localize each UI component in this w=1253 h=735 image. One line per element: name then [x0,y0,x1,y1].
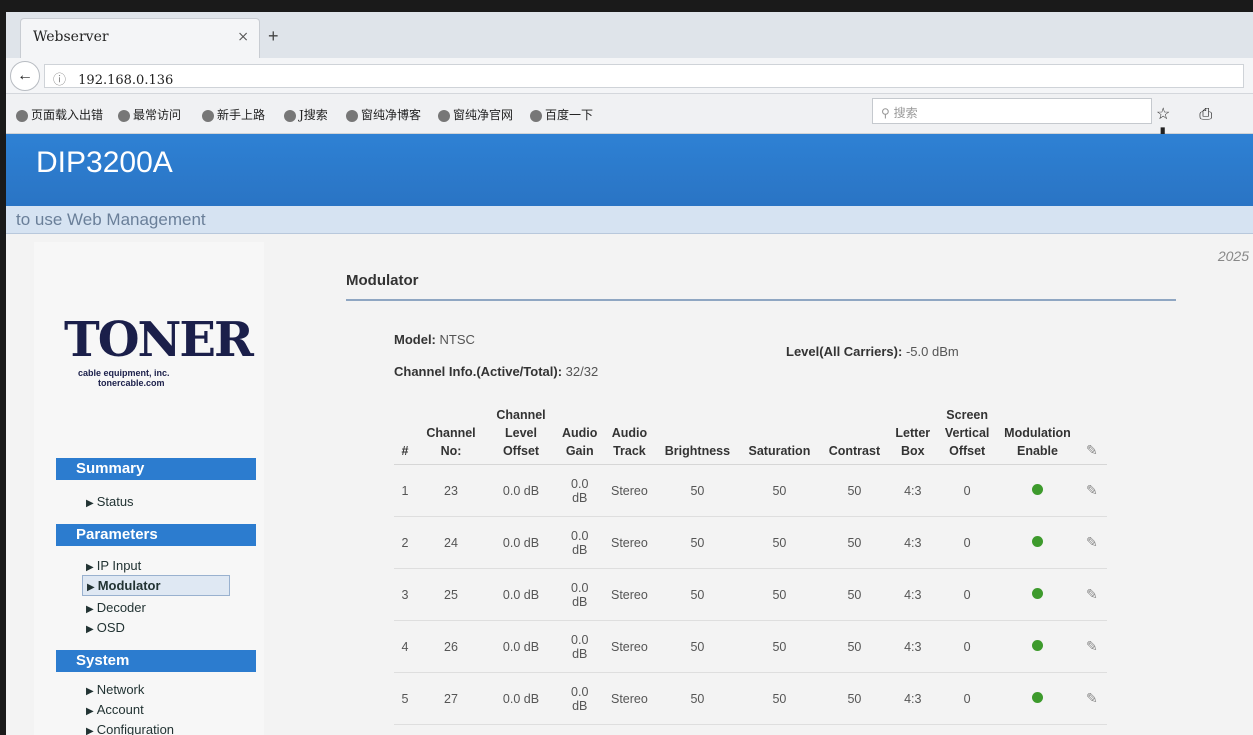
main-content: Modulator Model: NTSC Level(All Carriers… [346,272,1176,725]
section-title: Modulator [346,272,1176,301]
address-input[interactable]: ⓘ 192.168.0.136 [44,64,1244,88]
column-header: Brightness [655,402,740,465]
triangle-icon: ▶ [86,726,94,735]
bookmark-icon [16,109,28,122]
bookmark-icon [118,109,130,122]
table-row: 4 26 0.0 dB 0.0 dB Stereo 50 50 50 4:3 0… [394,620,1107,673]
sidebar-item-osd[interactable]: ▶ OSD [82,618,129,637]
triangle-icon: ▶ [86,604,94,615]
new-tab-icon[interactable]: + [268,26,279,47]
back-arrow-icon[interactable]: ← [10,61,40,91]
bookmark-item[interactable]: 百度一下 [530,106,593,123]
enabled-dot-icon [1031,639,1043,651]
sidebar-item-modulator[interactable]: ▶ Modulator [82,575,230,596]
url-bar: ← ⓘ 192.168.0.136 [6,58,1253,94]
pencil-icon[interactable]: ✎ [1086,482,1098,498]
table-row: 5 27 0.0 dB 0.0 dB Stereo 50 50 50 4:3 0… [394,672,1107,725]
logo-line2: tonercable.com [98,378,165,388]
column-header: Contrast [819,402,890,465]
tab-title: Webserver [33,29,109,45]
enabled-dot-icon [1031,535,1043,547]
bookmark-item[interactable]: J搜索 [284,106,328,123]
triangle-icon: ▶ [86,498,94,509]
bookmark-item[interactable]: 新手上路 [202,106,265,123]
triangle-icon: ▶ [86,562,94,573]
column-header: Screen Vertical Offset [936,402,999,465]
info-icon[interactable]: ⓘ [53,73,66,88]
firefox-icon [202,109,214,122]
bookmark-item[interactable]: 页面载入出错 [16,106,103,123]
page-header: DIP3200A [6,134,1253,206]
column-header: Channel Level Offset [486,402,556,465]
column-header: Audio Track [603,402,656,465]
table-row: 1 23 0.0 dB 0.0 dB Stereo 50 50 50 4:3 0… [394,464,1107,517]
sidebar-item-configuration[interactable]: ▶ Configuration [82,720,178,735]
sidebar-item-decoder[interactable]: ▶ Decoder [82,598,150,617]
channel-table: # Channel No: Channel Level Offset Audio… [394,402,1107,725]
search-input[interactable]: ⚲ 搜索 [872,98,1152,124]
triangle-icon: ▶ [87,582,95,593]
table-header-row: # Channel No: Channel Level Offset Audio… [394,402,1107,465]
triangle-icon: ▶ [86,624,94,635]
globe-icon [530,109,542,122]
section-parameters: Parameters [56,524,256,546]
enabled-dot-icon [1031,483,1043,495]
enabled-dot-icon [1031,691,1043,703]
section-summary: Summary [56,458,256,480]
pencil-icon[interactable]: ✎ [1086,534,1098,550]
pencil-icon[interactable]: ✎ [1086,690,1098,706]
edit-column-header: ✎ [1076,402,1107,465]
model-info: Model: NTSC [394,332,475,347]
table-row: 2 24 0.0 dB 0.0 dB Stereo 50 50 50 4:3 0… [394,516,1107,569]
close-icon[interactable]: × [237,29,249,45]
subheader: to use Web Management [6,206,1253,234]
globe-icon [438,109,450,122]
column-header: Channel No: [416,402,486,465]
toner-logo: TONER cable equipment, inc. tonercable.c… [64,312,254,402]
bookmark-item[interactable]: 窗纯净博客 [346,106,421,123]
sidebar: TONER cable equipment, inc. tonercable.c… [34,242,264,735]
bookmark-item[interactable]: 最常访问 [118,106,181,123]
address-text: 192.168.0.136 [78,73,174,88]
triangle-icon: ▶ [86,706,94,717]
page-title: DIP3200A [36,146,173,179]
search-icon: ⚲ [881,106,890,120]
section-system: System [56,650,256,672]
table-row: 3 25 0.0 dB 0.0 dB Stereo 50 50 50 4:3 0… [394,568,1107,621]
level-info: Level(All Carriers): -5.0 dBm [786,344,959,359]
enabled-dot-icon [1031,587,1043,599]
logo-line1: cable equipment, inc. [78,368,170,378]
column-header: # [394,402,416,465]
column-header: Audio Gain [556,402,604,465]
browser-tab[interactable]: Webserver × [20,18,260,58]
globe-icon [346,109,358,122]
pencil-icon[interactable]: ✎ [1086,638,1098,654]
logo-word: TONER [64,312,254,368]
monitor-screen: Webserver × + ← ⓘ 192.168.0.136 页面载入出错 最… [6,12,1253,735]
column-header: Modulation Enable [998,402,1077,465]
globe-icon [284,109,296,122]
bookmarks-bar: 页面载入出错 最常访问 新手上路 J搜索 窗纯净博客 窗纯净官网 百度一下 ⚲ … [6,94,1253,143]
triangle-icon: ▶ [86,686,94,697]
sidebar-item-network[interactable]: ▶ Network [82,680,148,699]
tab-bar: Webserver × + [6,12,1253,58]
pencil-icon: ✎ [1085,442,1098,458]
bookmark-item[interactable]: 窗纯净官网 [438,106,513,123]
sidebar-item-account[interactable]: ▶ Account [82,700,148,719]
year-label: 2025 [1217,248,1249,264]
channel-info: Channel Info.(Active/Total): 32/32 [394,364,599,379]
column-header: Letter Box [889,402,937,465]
pencil-icon[interactable]: ✎ [1086,586,1098,602]
sidebar-item-status[interactable]: ▶ Status [82,492,138,511]
sidebar-item-ip-input[interactable]: ▶ IP Input [82,556,145,575]
column-header: Saturation [739,402,820,465]
